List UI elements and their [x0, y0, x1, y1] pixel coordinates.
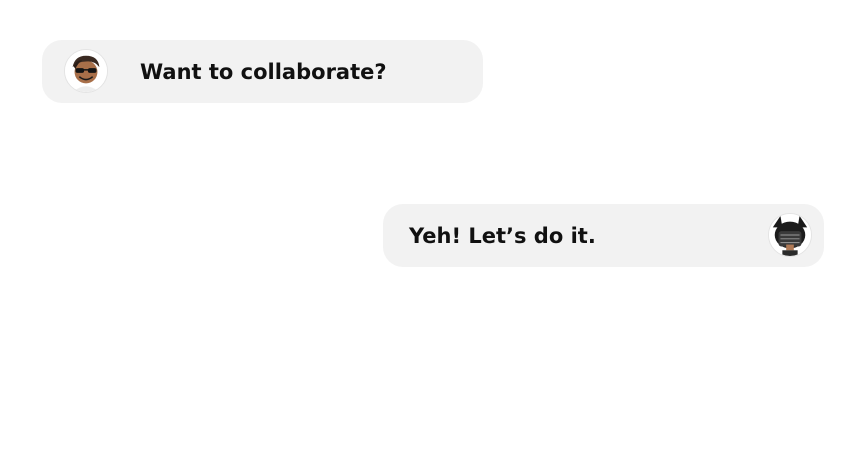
message-bubble-outgoing[interactable]: Yeh! Let’s do it. — [383, 204, 824, 267]
message-text: Want to collaborate? — [140, 59, 387, 84]
chat-thread: Want to collaborate? Yeh! Let’s do it. — [0, 0, 844, 470]
message-bubble-incoming[interactable]: Want to collaborate? — [42, 40, 483, 103]
user-avatar-dark-hair-icon[interactable] — [768, 213, 812, 257]
user-avatar-sunglasses-icon[interactable] — [64, 49, 108, 93]
message-text: Yeh! Let’s do it. — [409, 223, 596, 248]
